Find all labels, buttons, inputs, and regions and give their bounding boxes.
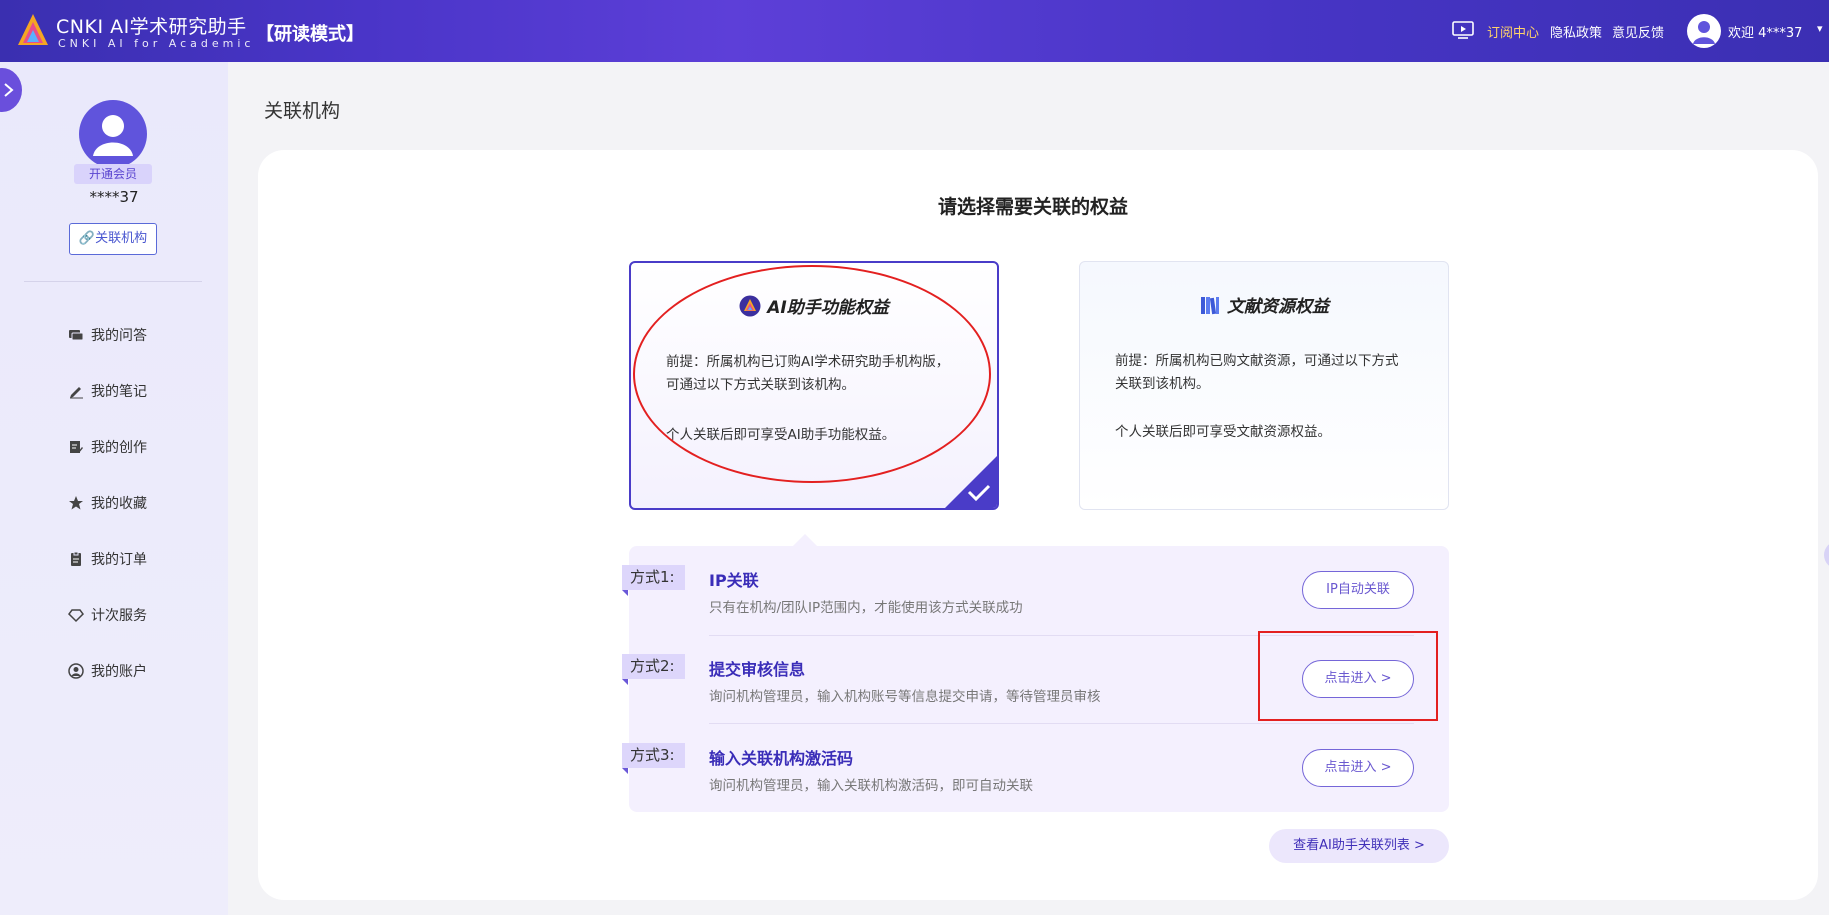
method-tag: 方式3: <box>622 743 685 774</box>
vip-badge[interactable]: 开通会员 <box>74 164 152 184</box>
user-icon <box>93 115 133 156</box>
sidebar-item-label: 我的创作 <box>91 440 147 456</box>
method-tag: 方式2: <box>622 654 685 685</box>
sidebar-item-metered-service[interactable]: 计次服务 <box>68 603 147 627</box>
sidebar-item-label: 我的订单 <box>91 552 147 568</box>
nav-subscription-center[interactable]: 订阅中心 <box>1487 22 1539 41</box>
method-desc: 询问机构管理员，输入机构账号等信息提交申请，等待管理员审核 <box>709 689 1101 705</box>
edit-doc-icon <box>70 441 83 453</box>
link-icon: 🔗 <box>78 231 96 246</box>
sidebar-item-notes[interactable]: 我的笔记 <box>68 379 147 403</box>
method-title: IP关联 <box>709 571 759 590</box>
nav-feedback[interactable]: 意见反馈 <box>1612 22 1664 41</box>
method-desc: 询问机构管理员，输入关联机构激活码，即可自动关联 <box>709 778 1033 794</box>
sidebar-item-favorites[interactable]: 我的收藏 <box>68 491 147 515</box>
brand-subtitle: CNKI AI for Academic <box>58 37 255 50</box>
sidebar-item-label: 我的账户 <box>91 664 147 680</box>
activation-code-enter-button[interactable]: 点击进入 > <box>1302 749 1414 787</box>
sidebar-item-label: 我的问答 <box>91 328 147 344</box>
chat-icon <box>69 330 84 341</box>
star-icon <box>69 496 83 510</box>
top-header: CNKI AI学术研究助手 CNKI AI for Academic 【研读模式… <box>0 0 1829 62</box>
link-org-button[interactable]: 🔗关联机构 <box>69 223 157 255</box>
method-title: 提交审核信息 <box>709 660 806 679</box>
nav-privacy-policy[interactable]: 隐私政策 <box>1550 22 1602 41</box>
sidebar-item-label: 计次服务 <box>91 608 147 624</box>
doc-card-title: 文献资源权益 <box>1227 297 1329 317</box>
floating-side-button[interactable] <box>1824 541 1829 569</box>
sidebar-item-label: 我的收藏 <box>91 496 147 512</box>
brand-title[interactable]: CNKI AI学术研究助手 <box>56 12 247 39</box>
clipboard-icon <box>71 551 81 566</box>
diamond-icon <box>68 609 84 623</box>
doc-card-header: 文献资源权益 <box>1080 292 1448 317</box>
doc-card-premise-cont: 关联到该机构。 <box>1115 376 1210 392</box>
profile-avatar[interactable] <box>79 100 147 168</box>
pen-icon <box>70 387 83 399</box>
chevron-right-icon <box>4 83 14 97</box>
sidebar-divider <box>24 281 202 282</box>
red-annotation-ellipse <box>633 265 991 483</box>
method-divider <box>709 723 1414 724</box>
method-title: 输入关联机构激活码 <box>709 749 854 768</box>
books-icon <box>1201 296 1219 314</box>
sidebar-toggle-button[interactable] <box>0 68 22 112</box>
account-icon <box>68 663 84 679</box>
ip-auto-link-button[interactable]: IP自动关联 <box>1302 571 1414 609</box>
selected-check-icon <box>945 456 997 508</box>
card-pointer <box>793 534 817 546</box>
doc-card-benefit: 个人关联后即可享受文献资源权益。 <box>1115 424 1331 440</box>
sidebar-item-account[interactable]: 我的账户 <box>68 659 147 683</box>
select-benefit-title: 请选择需要关联的权益 <box>938 196 1129 218</box>
method-tag: 方式1: <box>622 565 685 596</box>
red-annotation-rectangle <box>1258 631 1438 721</box>
monitor-icon[interactable] <box>1452 21 1474 39</box>
mode-label: 【研读模式】 <box>256 24 364 45</box>
literature-benefit-card[interactable]: 文献资源权益 前提：所属机构已购文献资源，可通过以下方式 关联到该机构。 个人关… <box>1079 261 1449 510</box>
caret-down-icon[interactable]: ▾ <box>1817 22 1823 35</box>
cnki-logo-icon[interactable] <box>16 12 50 48</box>
doc-card-premise: 前提：所属机构已购文献资源，可通过以下方式 <box>1115 353 1399 369</box>
method-desc: 只有在机构/团队IP范围内，才能使用该方式关联成功 <box>709 600 1023 616</box>
sidebar-item-label: 我的笔记 <box>91 384 147 400</box>
sidebar-item-qa[interactable]: 我的问答 <box>68 323 147 347</box>
user-avatar-icon[interactable] <box>1687 14 1721 48</box>
sidebar-item-orders[interactable]: 我的订单 <box>68 547 147 571</box>
view-ai-link-list-button[interactable]: 查看AI助手关联列表 > <box>1269 829 1449 863</box>
page-title: 关联机构 <box>264 100 341 122</box>
user-name: ****37 <box>89 188 139 206</box>
welcome-text[interactable]: 欢迎 4***37 <box>1728 22 1802 41</box>
link-org-label: 关联机构 <box>95 231 148 246</box>
sidebar-item-creation[interactable]: 我的创作 <box>68 435 147 459</box>
